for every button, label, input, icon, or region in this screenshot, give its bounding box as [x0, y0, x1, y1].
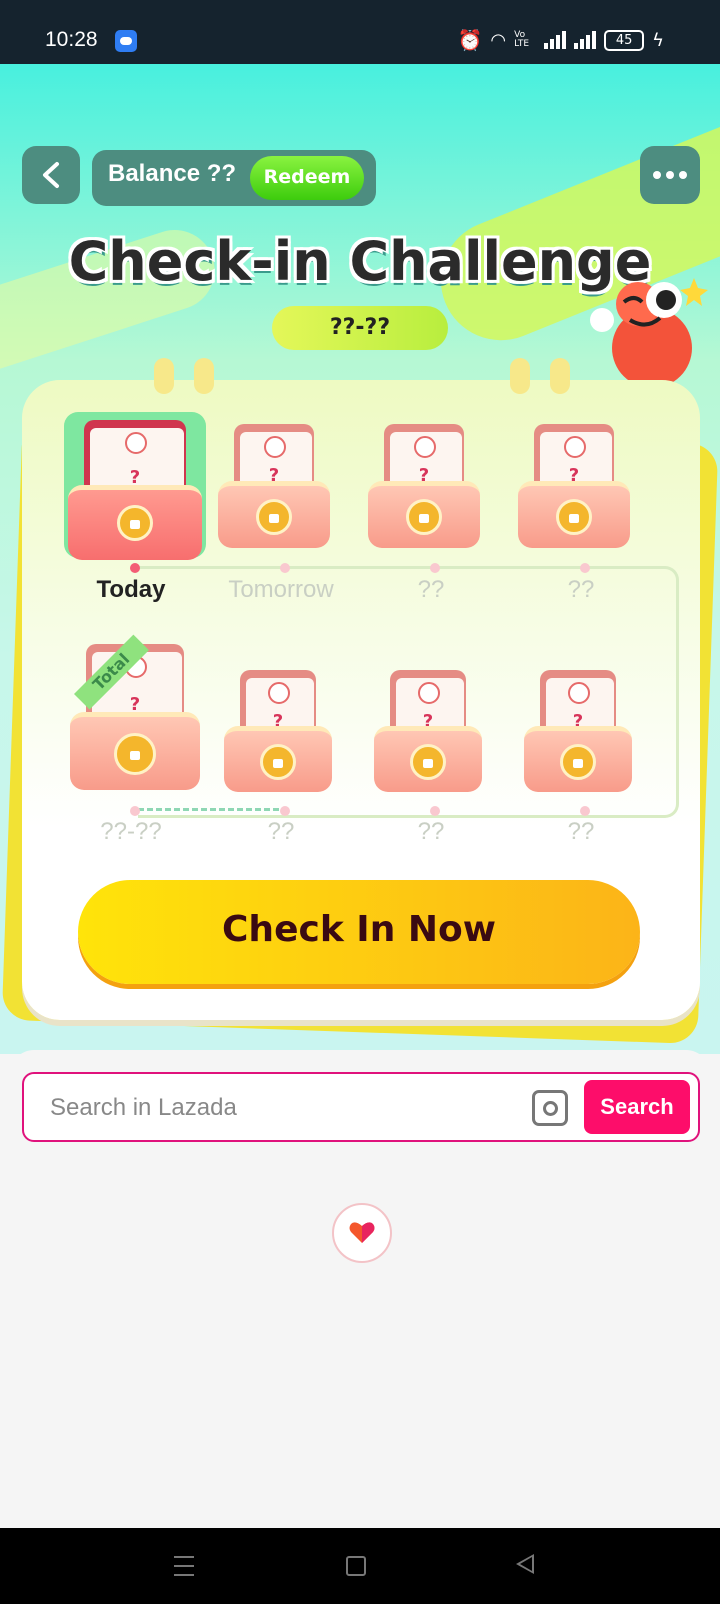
- dot-icon: [679, 171, 687, 179]
- binder-ring: [550, 358, 570, 394]
- alarm-icon: ⏰: [457, 28, 483, 52]
- nav-recents-icon[interactable]: [174, 1556, 194, 1576]
- charging-icon: ϟ: [652, 29, 664, 51]
- day-label: ??: [567, 818, 595, 845]
- reward-envelope[interactable]: ?: [370, 662, 486, 793]
- progress-dot: [430, 806, 440, 816]
- lock-icon: [406, 499, 442, 536]
- reward-envelope[interactable]: ?: [64, 412, 206, 561]
- reward-envelope[interactable]: ?: [514, 416, 634, 549]
- envelope-badge-icon: [264, 436, 286, 458]
- battery-indicator: 45: [604, 29, 645, 51]
- nav-home-icon[interactable]: [346, 1556, 366, 1576]
- reward-envelope[interactable]: ?: [220, 662, 336, 793]
- lazada-heart-icon: [349, 1222, 375, 1243]
- progress-dot: [280, 806, 290, 816]
- reward-envelope[interactable]: ?: [520, 662, 636, 793]
- reward-envelope[interactable]: ?: [364, 416, 484, 549]
- wifi-icon: ◠: [490, 29, 507, 51]
- back-button[interactable]: [22, 146, 80, 204]
- binder-ring: [510, 358, 530, 394]
- balance-pill: Balance ?? Redeem: [92, 150, 376, 206]
- date-range-pill: ??-??: [272, 306, 448, 350]
- weather-app-icon: [115, 30, 137, 52]
- lock-icon: [560, 743, 596, 780]
- dot-icon: [653, 171, 661, 179]
- envelope-badge-icon: [414, 436, 436, 458]
- lock-icon: [556, 499, 592, 536]
- day-label: ??-??: [100, 818, 162, 845]
- system-nav-bar: [0, 1528, 720, 1604]
- dot-icon: [666, 171, 674, 179]
- search-input[interactable]: [48, 1074, 512, 1142]
- lock-icon: [114, 733, 156, 776]
- progress-dot: [130, 563, 140, 573]
- day-label: Tomorrow: [228, 576, 334, 603]
- binder-ring: [154, 358, 174, 394]
- search-button[interactable]: Search: [584, 1080, 690, 1134]
- binder-ring: [194, 358, 214, 394]
- loading-spinner: [332, 1203, 392, 1263]
- day-label: ??: [567, 576, 595, 603]
- progress-track-dashed: [138, 808, 288, 811]
- nav-back-icon[interactable]: [516, 1554, 534, 1574]
- progress-dot: [580, 563, 590, 573]
- lock-icon: [410, 743, 446, 780]
- mascot-illustration: [590, 278, 708, 388]
- progress-dot: [580, 806, 590, 816]
- status-bar: 10:28 ⏰ ◠ Vo LTE 45 ϟ: [0, 0, 720, 64]
- camera-icon[interactable]: [532, 1090, 568, 1126]
- signal-icon-2: [574, 31, 597, 49]
- status-icons: ⏰ ◠ Vo LTE 45 ϟ: [458, 28, 665, 52]
- lock-icon: [256, 499, 292, 536]
- search-bar: Search: [22, 1072, 700, 1142]
- envelope-badge-icon: [564, 436, 586, 458]
- day-label: Today: [96, 576, 166, 603]
- progress-dot: [430, 563, 440, 573]
- day-label: ??: [417, 818, 445, 845]
- lock-icon: [260, 743, 296, 780]
- day-label: ??: [267, 818, 295, 845]
- envelope-badge-icon: [268, 682, 290, 704]
- redeem-button[interactable]: Redeem: [250, 156, 364, 200]
- envelope-badge-icon: [568, 682, 590, 704]
- progress-dot: [130, 806, 140, 816]
- envelope-badge-icon: [418, 682, 440, 704]
- more-options-button[interactable]: [640, 146, 700, 204]
- day-label: ??: [417, 576, 445, 603]
- envelope-badge-icon: [125, 432, 147, 454]
- status-time: 10:28: [45, 28, 98, 51]
- reward-envelope[interactable]: ?: [214, 416, 334, 549]
- volte-icon: Vo LTE: [514, 30, 530, 49]
- check-in-now-button[interactable]: Check In Now: [78, 880, 640, 984]
- signal-icon: [544, 31, 567, 49]
- balance-label: Balance ??: [108, 160, 237, 187]
- chevron-left-icon: [43, 162, 59, 188]
- progress-dot: [280, 563, 290, 573]
